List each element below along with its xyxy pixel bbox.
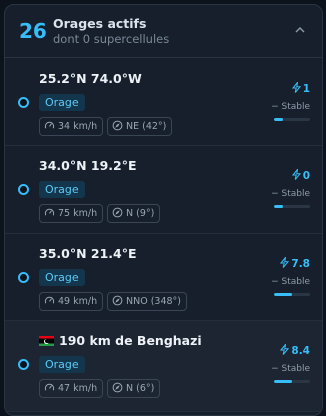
speed-chip: 47 km/h [39,379,104,398]
speed-value: 47 km/h [58,383,98,394]
compass-icon [112,382,123,393]
storm-location: 25.2°N 74.0°W [39,71,142,86]
compass-icon [112,295,123,306]
intensity-fill [274,118,283,121]
storm-marker [18,97,29,108]
lightning-value: 7.8 [291,258,310,270]
storm-item[interactable]: 35.0°N 21.4°E Orage 49 km/h NNO (348°) 7… [5,234,322,321]
storm-type-badge: Orage [39,94,85,111]
storm-item[interactable]: 25.2°N 74.0°W Orage 34 km/h NE (42°) 1 −… [5,58,322,146]
speed-chip: 34 km/h [39,117,104,136]
direction-value: N (6°) [126,383,155,394]
storm-type-badge: Orage [39,181,85,198]
lightning-value: 0 [302,170,310,182]
lightning-rate: 1 [291,80,310,95]
compass-icon [112,207,123,218]
panel-header[interactable]: 26 Orages actifs dont 0 supercellules [5,5,322,58]
direction-chip: NE (42°) [107,117,173,136]
active-storms-panel: 26 Orages actifs dont 0 supercellules 25… [4,4,323,416]
lightning-icon [291,80,301,93]
speed-value: 75 km/h [58,208,98,219]
intensity-bar [274,293,310,296]
speed-chip: 75 km/h [39,204,104,223]
lightning-rate: 7.8 [280,255,310,270]
intensity-bar [274,205,310,208]
lightning-icon [291,167,301,180]
speedometer-icon [44,383,55,391]
speedometer-icon [44,121,55,129]
storm-marker [18,184,29,195]
storm-count: 26 [19,19,47,43]
intensity-fill [274,205,283,208]
storm-marker [18,272,29,283]
direction-chip: N (6°) [107,379,161,398]
intensity-bar [274,380,310,383]
direction-value: N (9°) [126,208,155,219]
trend-label: − Stable [271,364,310,374]
speed-chip: 49 km/h [39,292,104,311]
intensity-bar [274,118,310,121]
panel-title: Orages actifs [53,16,147,31]
storm-type-badge: Orage [39,269,85,286]
storm-item-selected[interactable]: 190 km de Benghazi Orage 47 km/h N (6°) … [5,321,322,412]
panel-subtitle: dont 0 supercellules [53,32,170,46]
speedometer-icon [44,296,55,304]
lightning-icon [280,342,290,355]
direction-chip: N (9°) [107,204,161,223]
storm-marker [18,359,29,370]
trend-label: − Stable [271,102,310,112]
storm-location: 34.0°N 19.2°E [39,158,137,173]
trend-label: − Stable [271,277,310,287]
compass-icon [112,120,123,131]
speed-value: 34 km/h [58,121,98,132]
lightning-icon [280,255,290,268]
intensity-fill [274,380,292,383]
chevron-up-icon[interactable] [294,25,306,35]
trend-label: − Stable [271,189,310,199]
lightning-rate: 0 [291,167,310,182]
lightning-value: 1 [302,83,310,95]
storm-item[interactable]: 34.0°N 19.2°E Orage 75 km/h N (9°) 0 − S… [5,146,322,234]
storm-location-text: 190 km de Benghazi [59,333,202,348]
lightning-value: 8.4 [291,345,310,357]
libya-flag-icon [39,336,54,346]
storm-type-badge: Orage [39,356,85,373]
speed-value: 49 km/h [58,296,98,307]
direction-value: NNO (348°) [126,296,182,307]
direction-value: NE (42°) [126,121,167,132]
intensity-fill [274,293,292,296]
direction-chip: NNO (348°) [107,292,188,311]
storm-location: 190 km de Benghazi [39,333,202,348]
speedometer-icon [44,208,55,216]
storm-location: 35.0°N 21.4°E [39,246,137,261]
lightning-rate: 8.4 [280,342,310,357]
